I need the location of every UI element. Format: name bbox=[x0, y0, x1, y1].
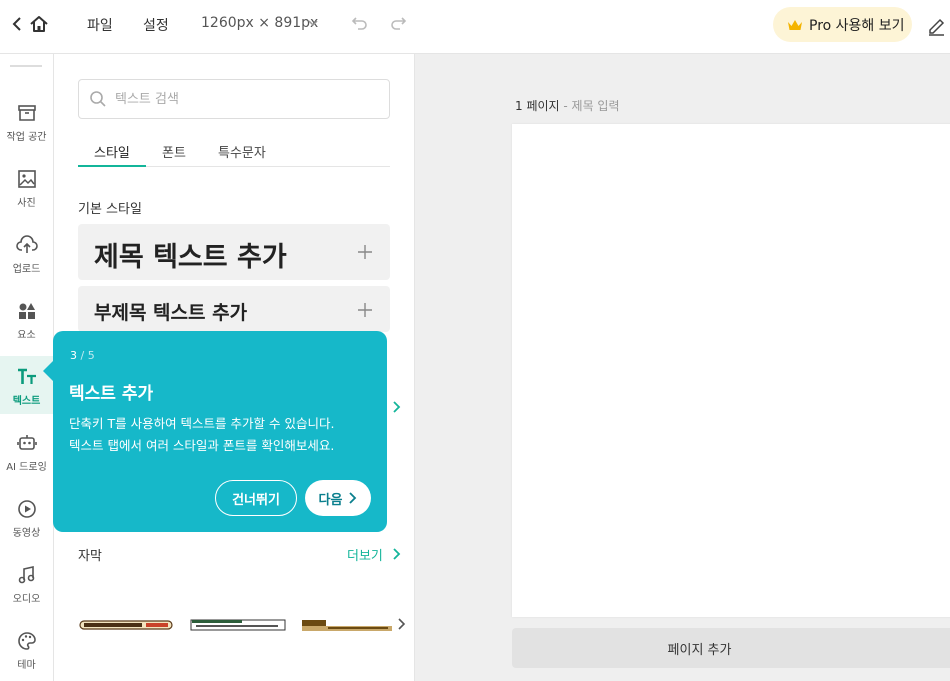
plus-icon bbox=[358, 245, 372, 259]
rail-scroll-hint bbox=[10, 65, 42, 67]
rail-item-label: AI 드로잉 bbox=[6, 462, 47, 473]
rail-item-label: 업로드 bbox=[12, 264, 41, 275]
rail-item-theme[interactable]: 테마 bbox=[0, 620, 53, 678]
search-input[interactable] bbox=[115, 88, 375, 110]
canvas-workspace: 1 페이지 - 제목 입력 페이지 추가 bbox=[415, 54, 950, 681]
basic-style-title: 기본 스타일 bbox=[78, 202, 142, 217]
rail-item-label: 오디오 bbox=[12, 594, 41, 605]
add-page-button[interactable]: 페이지 추가 bbox=[512, 628, 950, 668]
chevron-right-icon[interactable] bbox=[391, 401, 401, 413]
subheading-card-label: 부제목 텍스트 추가 bbox=[94, 302, 248, 324]
subtitle-template-thumb[interactable] bbox=[78, 617, 174, 633]
rail-item-audio[interactable]: 오디오 bbox=[0, 554, 53, 612]
pro-trial-button[interactable]: Pro 사용해 보기 bbox=[773, 7, 912, 42]
onboarding-tooltip: 3 / 5 텍스트 추가 단축키 T를 사용하여 텍스트를 추가할 수 있습니다… bbox=[43, 331, 387, 532]
chevron-down-icon[interactable] bbox=[306, 16, 320, 30]
chevron-right-icon bbox=[349, 492, 357, 504]
top-bar: 파일 설정 1260px × 891px Pro 사용해 보기 bbox=[0, 0, 950, 54]
canvas-size-dropdown[interactable]: 1260px × 891px bbox=[201, 15, 318, 31]
rail-item-ai-drawing[interactable]: AI 드로잉 bbox=[0, 422, 53, 480]
add-heading-card[interactable]: 제목 텍스트 추가 bbox=[78, 224, 390, 280]
archive-icon bbox=[17, 105, 36, 121]
rail-item-label: 사진 bbox=[17, 198, 36, 209]
undo-icon[interactable] bbox=[350, 14, 370, 34]
shapes-icon bbox=[18, 303, 35, 319]
cloud-upload-icon bbox=[15, 235, 38, 253]
settings-menu[interactable]: 설정 bbox=[143, 15, 169, 35]
tooltip-step-total: / 5 bbox=[77, 349, 95, 362]
subtitle-section-title: 자막 bbox=[78, 549, 102, 564]
rail-item-label: 요소 bbox=[17, 330, 36, 341]
rail-item-label: 동영상 bbox=[12, 528, 41, 539]
page-number: 1 페이지 bbox=[515, 99, 560, 113]
home-icon[interactable] bbox=[29, 14, 49, 36]
rail-item-workspace[interactable]: 작업 공간 bbox=[0, 92, 53, 150]
subtitle-template-thumb[interactable] bbox=[190, 617, 286, 633]
skip-button[interactable]: 건너뛰기 bbox=[215, 480, 297, 516]
chevron-right-icon[interactable] bbox=[391, 548, 401, 560]
redo-icon[interactable] bbox=[388, 14, 408, 34]
tab-font[interactable]: 폰트 bbox=[162, 142, 186, 161]
robot-icon bbox=[16, 435, 37, 450]
rail-item-upload[interactable]: 업로드 bbox=[0, 224, 53, 282]
chevron-right-icon[interactable] bbox=[396, 618, 406, 630]
rail-item-elements[interactable]: 요소 bbox=[0, 290, 53, 348]
heading-card-label: 제목 텍스트 추가 bbox=[94, 242, 287, 273]
tooltip-line: 단축키 T를 사용하여 텍스트를 추가할 수 있습니다. bbox=[69, 416, 335, 431]
page-title-placeholder[interactable]: - 제목 입력 bbox=[560, 99, 619, 113]
text-tt-icon bbox=[17, 368, 36, 384]
more-link[interactable]: 더보기 bbox=[347, 545, 383, 564]
crown-icon bbox=[788, 19, 802, 30]
tab-style[interactable]: 스타일 bbox=[94, 142, 130, 161]
tab-special-chars[interactable]: 특수문자 bbox=[218, 142, 266, 161]
design-page[interactable] bbox=[512, 124, 950, 617]
tooltip-arrow bbox=[43, 361, 53, 381]
rail-item-photo[interactable]: 사진 bbox=[0, 158, 53, 216]
back-chevron-icon[interactable] bbox=[10, 14, 28, 36]
tooltip-title: 텍스트 추가 bbox=[69, 384, 154, 404]
rail-item-label: 작업 공간 bbox=[6, 132, 47, 143]
image-icon bbox=[17, 170, 36, 188]
file-menu[interactable]: 파일 bbox=[87, 15, 113, 35]
panel-tabs: 스타일 폰트 특수문자 bbox=[78, 134, 390, 167]
tooltip-line: 텍스트 탭에서 여러 스타일과 폰트를 확인해보세요. bbox=[69, 438, 335, 453]
rail-item-label: 테마 bbox=[17, 660, 36, 671]
plus-icon bbox=[358, 303, 372, 317]
active-tab-indicator bbox=[78, 165, 146, 167]
tooltip-step-counter: 3 / 5 bbox=[70, 349, 95, 362]
next-button[interactable]: 다음 bbox=[305, 480, 371, 516]
play-circle-icon bbox=[17, 500, 36, 518]
pencil-icon[interactable] bbox=[926, 14, 946, 36]
subtitle-template-thumb[interactable] bbox=[302, 617, 392, 633]
music-note-icon bbox=[18, 566, 34, 584]
tooltip-body: 단축키 T를 사용하여 텍스트를 추가할 수 있습니다. 텍스트 탭에서 여러 … bbox=[69, 413, 379, 457]
rail-item-label: 텍스트 bbox=[12, 396, 41, 407]
pro-label: Pro 사용해 보기 bbox=[809, 17, 905, 34]
tooltip-step: 3 bbox=[70, 349, 77, 362]
add-subheading-card[interactable]: 부제목 텍스트 추가 bbox=[78, 286, 390, 332]
palette-icon bbox=[17, 632, 36, 650]
search-icon bbox=[90, 91, 106, 107]
search-box[interactable] bbox=[78, 79, 390, 119]
rail-item-video[interactable]: 동영상 bbox=[0, 488, 53, 546]
next-label: 다음 bbox=[318, 492, 343, 508]
page-label[interactable]: 1 페이지 - 제목 입력 bbox=[515, 97, 620, 114]
